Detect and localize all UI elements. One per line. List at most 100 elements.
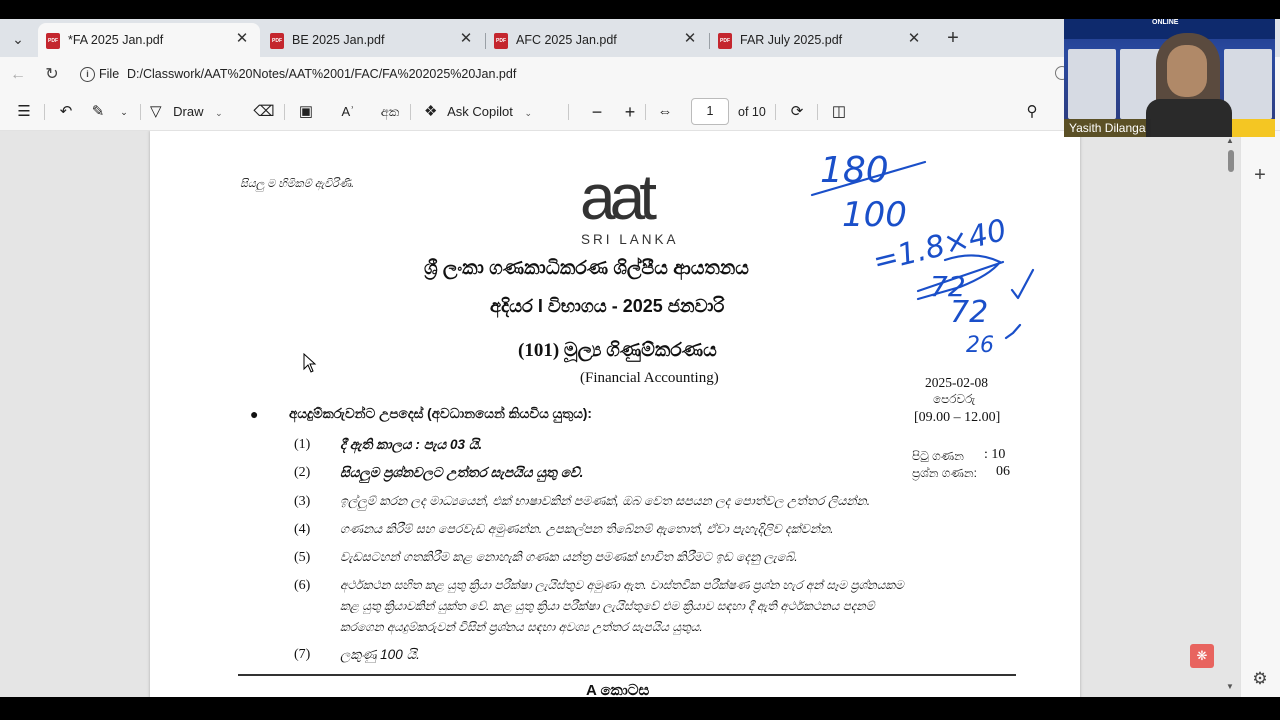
pdf-file-icon: PDF bbox=[494, 33, 508, 49]
instruction-text-continued: කළ යුතු ක්‍රියාවකින් යුක්ත වේ. කළ යුතු ක… bbox=[340, 599, 875, 613]
back-arrow-icon[interactable]: ← bbox=[6, 63, 30, 87]
tab-actions-chevron-icon[interactable]: ⌄ bbox=[6, 27, 30, 51]
tab-afc-2025-jan[interactable]: PDF AFC 2025 Jan.pdf ✕ bbox=[486, 23, 708, 57]
tab-be-2025-jan[interactable]: PDF BE 2025 Jan.pdf ✕ bbox=[262, 23, 484, 57]
pages-count-label: පිටු ගණන bbox=[912, 449, 964, 463]
subject-title: (101) මූල්‍ය ගිණුම්කරණය bbox=[518, 340, 717, 361]
scroll-down-arrow-icon[interactable]: ▼ bbox=[1226, 682, 1234, 691]
questions-count-value: 06 bbox=[996, 464, 1010, 479]
section-divider bbox=[238, 674, 1016, 676]
mouse-cursor-icon bbox=[303, 353, 317, 373]
zoom-in-icon[interactable]: + bbox=[618, 100, 642, 124]
highlight-chevron-down-icon[interactable]: ⌄ bbox=[112, 100, 136, 124]
banner-online-text: ONLINE bbox=[1152, 19, 1179, 26]
copilot-chevron-down-icon: ⌄ bbox=[524, 108, 532, 118]
banner-person-photo bbox=[1068, 49, 1116, 119]
address-bar[interactable]: i File D:/Classwork/AAT%20Notes/AAT%2001… bbox=[72, 60, 1072, 90]
ask-copilot-label: Ask Copilot bbox=[447, 104, 513, 119]
instruction-number: (4) bbox=[294, 522, 311, 537]
exam-session: පෙරවරු bbox=[933, 392, 976, 406]
close-tab-icon[interactable]: ✕ bbox=[904, 29, 924, 49]
toolbar-divider bbox=[140, 104, 141, 120]
close-tab-icon[interactable]: ✕ bbox=[680, 29, 700, 49]
instruction-number: (2) bbox=[294, 465, 311, 480]
rotate-icon[interactable]: ⟳ bbox=[785, 100, 809, 124]
pdf-viewer[interactable]: සියලු ම හිමිකම් ඇවිරිණි. aat SRI LANKA ශ… bbox=[0, 131, 1240, 697]
text-box-icon[interactable]: ▣ bbox=[294, 100, 318, 124]
tab-label: AFC 2025 Jan.pdf bbox=[516, 33, 617, 47]
undo-icon[interactable]: ↶ bbox=[54, 100, 78, 124]
acrobat-icon[interactable]: ❋ bbox=[1190, 644, 1214, 668]
copilot-icon: ❖ bbox=[424, 103, 438, 120]
section-heading: A කොටස bbox=[586, 682, 650, 697]
eraser-icon[interactable]: ⌫ bbox=[252, 100, 276, 124]
instruction-number: (6) bbox=[294, 578, 311, 593]
toolbar-divider bbox=[44, 104, 45, 120]
page-count-label: of 10 bbox=[738, 105, 766, 119]
tab-label: FAR July 2025.pdf bbox=[740, 33, 843, 47]
draw-button[interactable]: ▽ Draw ⌄ bbox=[150, 100, 223, 124]
aat-logo-subtitle: SRI LANKA bbox=[581, 232, 679, 247]
pages-count-value: : 10 bbox=[984, 447, 1006, 462]
right-side-panel bbox=[1240, 131, 1280, 697]
toolbar-divider bbox=[775, 104, 776, 120]
copyright-line: සියලු ම හිමිකම් ඇවිරිණි. bbox=[240, 178, 355, 190]
close-tab-icon[interactable]: ✕ bbox=[456, 29, 476, 49]
exam-title: අදියර I විභාගය - 2025 ජනවාරි bbox=[490, 296, 725, 316]
highlight-icon[interactable]: ✎ bbox=[86, 100, 110, 124]
tab-label: *FA 2025 Jan.pdf bbox=[68, 33, 164, 47]
bullet-icon: ● bbox=[250, 406, 259, 422]
zoom-out-icon[interactable]: − bbox=[585, 100, 609, 124]
draw-pen-icon: ▽ bbox=[150, 103, 162, 120]
exam-time: [09.00 – 12.00] bbox=[914, 410, 1001, 425]
instruction-text: වැඩසටහන් ගතකිරීම කළ නොහැකි ගණක යන්ත්‍ර ප… bbox=[340, 550, 798, 564]
presenter-name-tag: Yasith Dilanga bbox=[1064, 119, 1151, 137]
instruction-text: ලකුණු 100 යි. bbox=[340, 647, 420, 662]
instructions-heading: අයදුම්කරුවන්ට උපදෙස් (අවධානයෙන් කියවිය ය… bbox=[289, 406, 592, 421]
instruction-number: (5) bbox=[294, 550, 311, 565]
ask-copilot-button[interactable]: ❖ Ask Copilot ⌄ bbox=[424, 100, 532, 124]
draw-label: Draw bbox=[173, 104, 204, 119]
reload-icon[interactable]: ↻ bbox=[40, 63, 64, 87]
toolbar-divider bbox=[817, 104, 818, 120]
exam-date: 2025-02-08 bbox=[925, 375, 988, 390]
instruction-number: (1) bbox=[294, 437, 311, 452]
settings-gear-icon[interactable]: ⚙ bbox=[1249, 668, 1271, 690]
translate-icon[interactable]: අක bbox=[378, 100, 402, 124]
toolbar-divider bbox=[284, 104, 285, 120]
screen-bottom-border bbox=[0, 697, 1280, 720]
presenter-body bbox=[1146, 99, 1232, 137]
pdf-file-icon: PDF bbox=[46, 33, 60, 49]
page-number-input[interactable]: 1 bbox=[691, 98, 729, 125]
instruction-text: ඉල්ලුම් කරන ලද මාධ්‍යයෙන්, එක් භාෂාවකින්… bbox=[340, 494, 871, 508]
instruction-text: ගණනය කිරීම් සහ පෙරවැඩ අමුණන්න. උපකල්පන ත… bbox=[340, 522, 834, 536]
draw-chevron-down-icon: ⌄ bbox=[215, 108, 223, 118]
read-aloud-icon[interactable]: Aʾ bbox=[336, 100, 360, 124]
presenter-face bbox=[1167, 45, 1207, 97]
vertical-scrollbar[interactable] bbox=[1224, 131, 1238, 697]
toolbar-divider bbox=[645, 104, 646, 120]
tab-fa-2025-jan[interactable]: PDF *FA 2025 Jan.pdf ✕ bbox=[38, 23, 260, 57]
instruction-text: සියලුම ප්‍රශ්නවලට උත්තර සැපයිය යුතු වේ. bbox=[340, 465, 584, 480]
scrollbar-thumb[interactable] bbox=[1228, 150, 1234, 172]
pdf-file-icon: PDF bbox=[270, 33, 284, 49]
new-tab-plus-icon[interactable]: + bbox=[941, 27, 965, 51]
contents-list-icon[interactable]: ☰ bbox=[12, 100, 36, 124]
close-tab-icon[interactable]: ✕ bbox=[232, 29, 252, 49]
scroll-up-arrow-icon[interactable]: ▲ bbox=[1226, 136, 1234, 145]
screen-top-border bbox=[0, 0, 1280, 19]
instruction-text: දී ඇති කාලය : පැය 03 යි. bbox=[340, 437, 483, 452]
info-icon[interactable]: i bbox=[80, 67, 95, 82]
fit-to-page-icon[interactable]: ⇔ bbox=[653, 100, 677, 124]
instruction-number: (7) bbox=[294, 647, 311, 662]
page-view-icon[interactable]: ◫ bbox=[827, 100, 851, 124]
pdf-file-icon: PDF bbox=[718, 33, 732, 49]
instruction-text: අර්ථකථන සහිත කළ යුතු ක්‍රියා පරීක්ෂා ලැය… bbox=[340, 578, 904, 592]
address-scheme-label: File bbox=[99, 67, 120, 81]
tab-far-july-2025[interactable]: PDF FAR July 2025.pdf ✕ bbox=[710, 23, 932, 57]
subject-english: (Financial Accounting) bbox=[580, 370, 719, 386]
search-icon[interactable]: ⚲ bbox=[1020, 100, 1044, 124]
add-sidebar-plus-icon[interactable]: + bbox=[1249, 164, 1271, 186]
instruction-text-continued: කරගෙන අයදුම්කරුවන් විසින් ප්‍රශ්නය සඳහා … bbox=[340, 620, 703, 634]
address-url[interactable]: D:/Classwork/AAT%20Notes/AAT%2001/FAC/FA… bbox=[127, 67, 516, 81]
